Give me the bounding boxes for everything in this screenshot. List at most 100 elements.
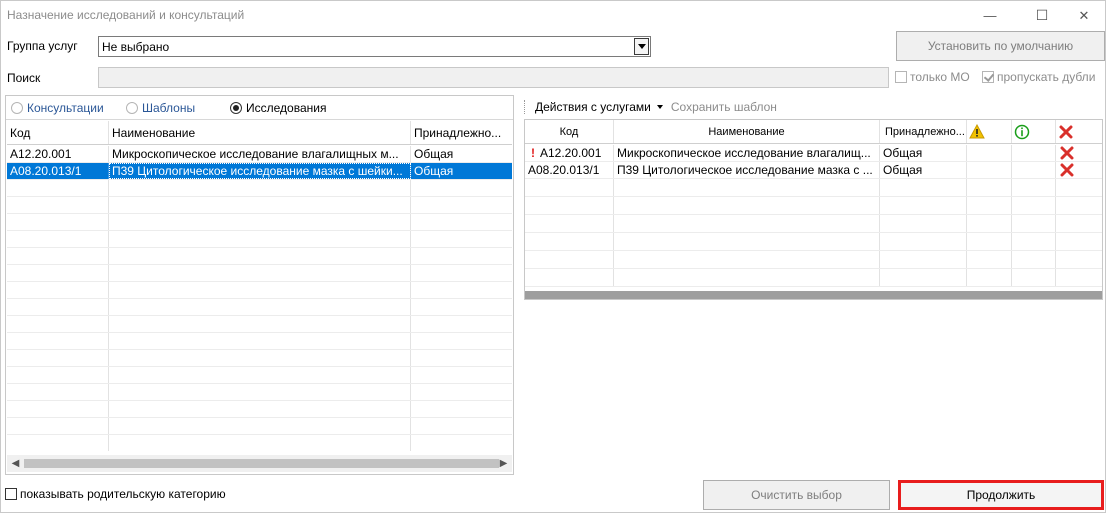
empty-row <box>7 384 512 401</box>
empty-cell <box>109 367 411 383</box>
chevron-down-icon[interactable] <box>634 38 649 55</box>
minimize-icon: — <box>983 8 997 23</box>
actions-dropdown[interactable]: Действия с услугами <box>535 100 663 114</box>
group-select[interactable]: Не выбрано <box>98 36 651 57</box>
row-code-text: A12.20.001 <box>540 146 602 160</box>
empty-row <box>525 233 1102 251</box>
close-icon: ✕ <box>1078 7 1090 23</box>
alert-icon: ! <box>531 146 535 160</box>
empty-cell <box>7 282 109 298</box>
scroll-left-icon[interactable]: ◀ <box>7 455 24 472</box>
only-mo-box[interactable] <box>895 71 907 83</box>
empty-cell <box>411 367 512 383</box>
empty-cell <box>1012 251 1056 268</box>
empty-cell <box>109 282 411 298</box>
radio-research[interactable] <box>230 102 242 114</box>
col-name[interactable]: Наименование <box>109 121 411 144</box>
empty-cell <box>411 316 512 332</box>
row-code: A08.20.013/1 <box>525 162 614 178</box>
table-row[interactable]: A08.20.013/1 П39 Цитологическое исследов… <box>525 162 1102 179</box>
empty-cell <box>109 299 411 315</box>
continue-button[interactable]: Продолжить <box>898 480 1104 510</box>
tab-templates[interactable]: Шаблоны <box>126 101 195 115</box>
empty-cell <box>1056 251 1102 268</box>
empty-cell <box>411 384 512 400</box>
empty-row <box>7 418 512 435</box>
save-template-button[interactable]: Сохранить шаблон <box>671 100 777 114</box>
empty-cell <box>880 179 967 196</box>
empty-cell <box>7 231 109 247</box>
remove-row-button[interactable] <box>1056 145 1102 161</box>
minimize-button[interactable]: — <box>967 1 1013 30</box>
scroll-right-icon[interactable]: ▶ <box>495 455 512 472</box>
actions-label: Действия с услугами <box>535 100 651 114</box>
empty-cell <box>7 180 109 196</box>
empty-cell <box>880 197 967 214</box>
empty-cell <box>967 179 1012 196</box>
empty-row <box>7 282 512 299</box>
scroll-thumb[interactable] <box>24 459 499 468</box>
empty-cell <box>7 299 109 315</box>
radio-templates[interactable] <box>126 102 138 114</box>
empty-row <box>7 214 512 231</box>
row-name: Микроскопическое исследование влагалищны… <box>109 146 411 162</box>
empty-cell <box>1012 233 1056 250</box>
col-owner[interactable]: Принадлежно... <box>880 120 967 143</box>
empty-cell <box>411 418 512 434</box>
group-select-value: Не выбрано <box>102 40 170 54</box>
show-parent-box[interactable] <box>5 488 17 500</box>
col-code[interactable]: Код <box>7 121 109 144</box>
empty-row <box>525 269 1102 287</box>
row-code: A12.20.001 <box>7 146 109 162</box>
radio-consultations[interactable] <box>11 102 23 114</box>
empty-cell <box>880 251 967 268</box>
remove-row-button[interactable] <box>1056 162 1102 178</box>
show-parent-checkbox[interactable]: показывать родительскую категорию <box>5 487 226 501</box>
tab-consultations[interactable]: Консультации <box>11 101 104 115</box>
empty-cell <box>7 401 109 417</box>
empty-cell <box>411 248 512 264</box>
services-table-header: Код Наименование Принадлежно... <box>7 121 512 145</box>
maximize-icon: ☐ <box>1035 7 1049 23</box>
delete-icon <box>1059 125 1073 138</box>
horizontal-scrollbar[interactable]: ◀ ▶ <box>7 455 512 472</box>
empty-cell <box>525 269 614 286</box>
empty-cell <box>525 179 614 196</box>
row-name: П39 Цитологическое исследование мазка с … <box>614 162 880 178</box>
col-code[interactable]: Код <box>525 120 614 143</box>
row-info-cell <box>1012 145 1056 161</box>
table-row-selected[interactable]: A08.20.013/1 П39 Цитологическое исследов… <box>7 163 512 180</box>
table-row[interactable]: ! A12.20.001 Микроскопическое исследован… <box>525 145 1102 162</box>
empty-row <box>7 435 512 451</box>
table-row[interactable]: A12.20.001 Микроскопическое исследование… <box>7 146 512 163</box>
col-owner[interactable]: Принадлежно... <box>411 121 512 144</box>
col-delete[interactable] <box>1056 120 1102 143</box>
row-owner: Общая <box>414 164 454 178</box>
tab-research[interactable]: Исследования <box>230 101 326 115</box>
empty-cell <box>525 251 614 268</box>
empty-cell <box>614 215 880 232</box>
col-info[interactable] <box>1012 120 1056 143</box>
skip-duplicates-checkbox[interactable]: пропускать дубли <box>982 70 1095 84</box>
selected-table-header: Код Наименование Принадлежно... <box>525 120 1102 144</box>
col-name[interactable]: Наименование <box>614 120 880 143</box>
only-mo-label: только МО <box>910 70 970 84</box>
empty-cell <box>1012 269 1056 286</box>
info-icon <box>1014 124 1030 139</box>
col-warning[interactable] <box>967 120 1012 143</box>
empty-row <box>7 316 512 333</box>
only-mo-checkbox[interactable]: только МО <box>895 70 970 84</box>
empty-cell <box>109 197 411 213</box>
empty-cell <box>109 418 411 434</box>
set-default-button[interactable]: Установить по умолчанию <box>896 31 1105 61</box>
row-code: A08.20.013/1 <box>7 163 109 179</box>
close-button[interactable]: ✕ <box>1061 1 1106 30</box>
skip-duplicates-box[interactable] <box>982 71 994 83</box>
empty-row <box>7 197 512 214</box>
maximize-button[interactable]: ☐ <box>1019 1 1065 30</box>
search-input[interactable] <box>98 67 889 88</box>
empty-cell <box>1056 215 1102 232</box>
group-label: Группа услуг <box>7 39 78 53</box>
services-panel: Консультации Шаблоны Исследования Код На… <box>5 95 514 475</box>
clear-selection-button[interactable]: Очистить выбор <box>703 480 890 510</box>
